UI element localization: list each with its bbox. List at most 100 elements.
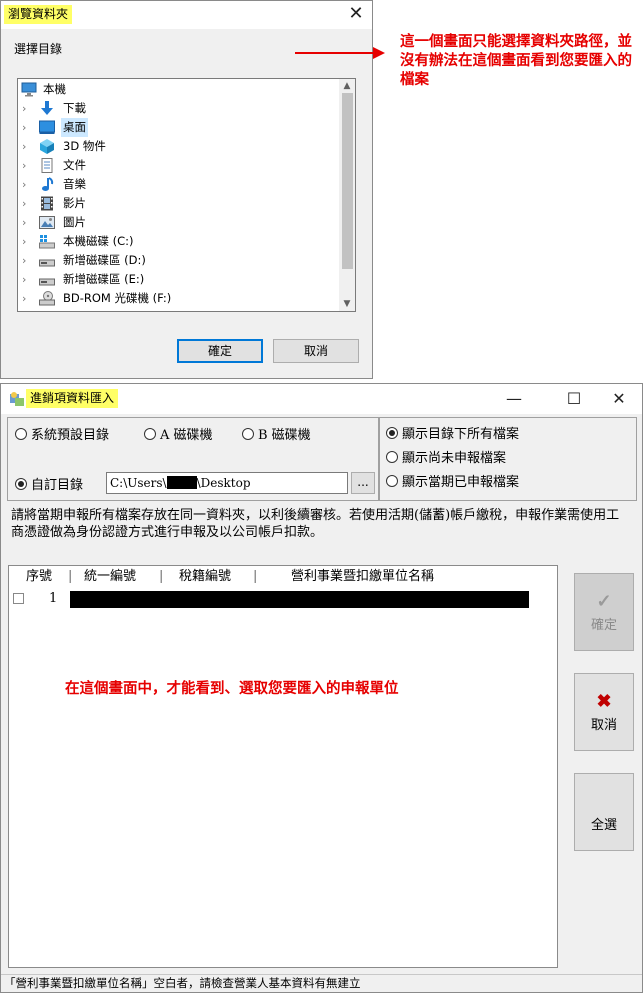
tree-item-3d-objects[interactable]: › 3D 物件 [18,137,340,156]
radio-dot[interactable] [144,428,156,440]
tree-item-pictures[interactable]: › 圖片 [18,213,340,232]
import-window: 進銷項資料匯入 — ☐ ✕ 系統預設目錄 A 磁碟機 B 磁碟機 自訂目錄 C:… [0,383,643,993]
drive-icon [39,272,55,287]
filter-group: 顯示目錄下所有檔案 顯示尚未申報檔案 顯示當期已申報檔案 [379,417,637,501]
status-bar: 「營利事業暨扣繳單位名稱」空白者，請檢查營業人基本資料有無建立 [1,974,642,992]
cancel-button[interactable]: 取消 [273,339,359,363]
film-icon [39,196,55,211]
radio-custom-directory[interactable]: 自訂目錄 [15,478,83,494]
tree-item-label: 本機 [43,82,66,96]
chevron-right-icon[interactable]: › [22,213,32,232]
radio-drive-a[interactable]: A 磁碟機 [144,428,213,444]
column-header-unit-name[interactable]: 營利事業暨扣繳單位名稱 [291,566,434,588]
path-field[interactable]: C:\Users\ \Desktop [106,472,348,494]
chevron-right-icon[interactable]: › [22,175,32,194]
title-bar: 瀏覽資料夾 ✕ [1,1,372,29]
row-index: 1 [49,591,58,606]
tree-item-label: 下載 [63,101,86,115]
tree-item-label: 新增磁碟區 (D:) [63,253,146,267]
tree-scrollbar[interactable]: ▲ ▼ [339,79,355,311]
redacted-username [166,476,197,489]
chevron-right-icon[interactable]: › [22,289,32,308]
chevron-right-icon[interactable]: › [22,232,32,251]
radio-dot[interactable] [386,427,398,439]
select-all-button[interactable]: 全選 [574,773,634,851]
minimize-icon[interactable]: — [499,387,529,411]
download-arrow-icon [39,101,55,116]
checkmark-icon: ✓ [596,591,612,612]
tree-item-label: 音樂 [63,177,86,191]
close-icon[interactable]: ✕ [345,4,367,26]
drive-icon [39,253,55,268]
radio-dot[interactable] [386,475,398,487]
tree-item-label: 本機磁碟 (C:) [63,234,134,248]
column-header-index[interactable]: 序號 [26,566,52,588]
column-header-tax-id[interactable]: 統一編號 [84,566,136,588]
scroll-down-icon[interactable]: ▼ [339,297,355,311]
radio-dot[interactable] [15,428,27,440]
chevron-right-icon[interactable]: › [22,194,32,213]
red-x-icon: ✖ [596,691,612,712]
radio-dot[interactable] [242,428,254,440]
tree-item-videos[interactable]: › 影片 [18,194,340,213]
maximize-icon[interactable]: ☐ [559,387,589,411]
table-row[interactable]: 1 [9,590,557,608]
radio-dot[interactable] [15,478,27,490]
tree-item-label: BD-ROM 光碟機 (F:) [63,291,172,305]
tree-item-label: 圖片 [63,215,86,229]
tree-item-drive-f[interactable]: › BD-ROM 光碟機 (F:) [18,289,340,308]
annotation-top: 這一個畫面只能選擇資料夾路徑，並沒有辦法在這個畫面看到您要匯入的檔案 [400,33,632,88]
chevron-right-icon[interactable]: › [22,118,32,137]
tree-item-desktop[interactable]: › 桌面 [18,118,340,137]
pictures-icon [39,215,55,230]
browse-button[interactable]: ... [351,472,375,494]
documents-icon [39,158,55,173]
tree-item-this-pc[interactable]: 本機 [18,80,340,99]
unit-list[interactable]: 序號 | 統一編號 | 稅籍編號 | 營利事業暨扣繳單位名稱 1 [8,565,558,968]
scroll-up-icon[interactable]: ▲ [339,79,355,93]
radio-system-default[interactable]: 系統預設目錄 [15,428,109,444]
radio-show-all-files[interactable]: 顯示目錄下所有檔案 [386,427,519,443]
instruction-text: 請將當期申報所有檔案存放在同一資料夾，以利後續審核。若使用活期(儲蓄)帳戶繳稅，… [11,508,620,540]
tree-item-label: 桌面 [61,118,88,137]
column-header-tax-reg-no[interactable]: 稅籍編號 [179,566,231,588]
windows-drive-icon [39,234,55,249]
tree-item-drive-c[interactable]: › 本機磁碟 (C:) [18,232,340,251]
radio-dot[interactable] [386,451,398,463]
window-title: 進銷項資料匯入 [26,389,119,408]
chevron-right-icon[interactable]: › [22,99,32,118]
confirm-button[interactable]: ✓ 確定 [574,573,634,651]
tree-item-music[interactable]: › 音樂 [18,175,340,194]
chevron-right-icon[interactable]: › [22,251,32,270]
tree-item-downloads[interactable]: › 下載 [18,99,340,118]
chevron-right-icon[interactable]: › [22,137,32,156]
redacted-row-content [70,591,529,608]
tree-item-documents[interactable]: › 文件 [18,156,340,175]
dialog-title: 瀏覽資料夾 [4,5,73,24]
ok-button[interactable]: 確定 [177,339,263,363]
radio-drive-b[interactable]: B 磁碟機 [242,428,311,444]
tree-item-label: 3D 物件 [63,139,106,153]
radio-show-unfiled[interactable]: 顯示尚未申報檔案 [386,451,506,467]
disc-drive-icon [39,291,55,306]
tree-item-drive-e[interactable]: › 新增磁碟區 (E:) [18,270,340,289]
scrollbar-thumb[interactable] [342,93,353,269]
tree-item-drive-d[interactable]: › 新增磁碟區 (D:) [18,251,340,270]
annotation-arrow-icon [295,47,385,59]
chevron-right-icon[interactable]: › [22,156,32,175]
music-note-icon [39,177,55,192]
app-icon [9,391,25,407]
3d-objects-icon [39,139,55,154]
close-icon[interactable]: ✕ [604,387,634,411]
folder-tree[interactable]: 本機 › 下載 › 桌面 › 3D 物件 › 文件 › 音樂 › 影片 › 圖片… [17,78,356,312]
cancel-button[interactable]: ✖ 取消 [574,673,634,751]
tree-item-label: 影片 [63,196,86,210]
radio-show-filed[interactable]: 顯示當期已申報檔案 [386,475,519,491]
tree-item-label: 新增磁碟區 (E:) [63,272,145,286]
row-checkbox[interactable] [13,593,24,604]
list-header: 序號 | 統一編號 | 稅籍編號 | 營利事業暨扣繳單位名稱 [9,566,557,588]
desktop-icon [39,120,55,135]
chevron-right-icon[interactable]: › [22,270,32,289]
dialog-prompt: 選擇目錄 [14,42,63,56]
column-divider: | [253,569,258,584]
